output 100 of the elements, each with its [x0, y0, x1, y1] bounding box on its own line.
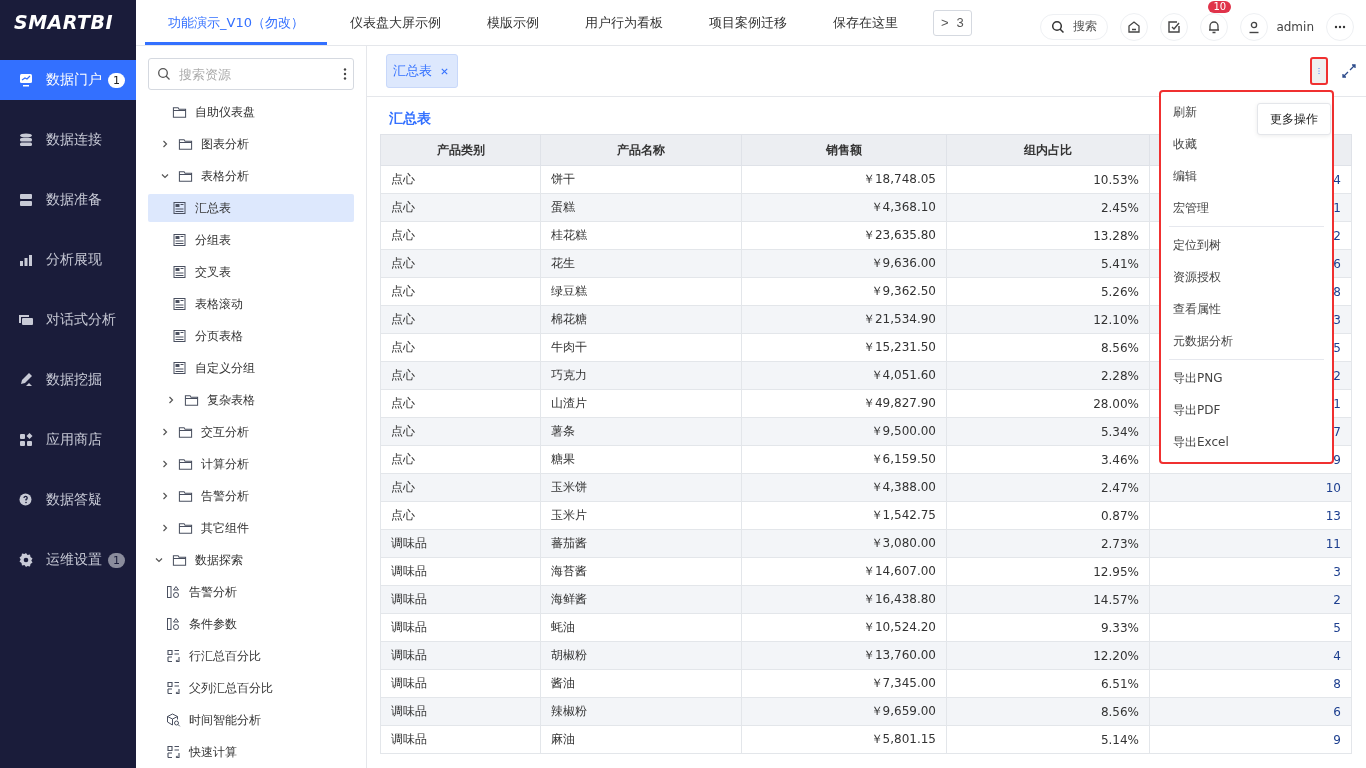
count-badge: 1	[108, 552, 125, 568]
table-cell: 8.56%	[946, 697, 1150, 726]
search-bar[interactable]: 搜索资源	[148, 58, 354, 90]
table-cell: ￥6,159.50	[741, 445, 947, 474]
more-vertical-icon[interactable]	[343, 67, 347, 81]
fullscreen-icon[interactable]	[1342, 64, 1356, 78]
table-cell: 调味品	[380, 641, 541, 670]
table-cell: ￥13,760.00	[741, 641, 947, 670]
notification-button[interactable]	[1200, 12, 1229, 41]
tree-item[interactable]: 自定义分组	[148, 354, 354, 382]
table-cell: 点心	[380, 417, 541, 446]
user-name[interactable]: admin	[1276, 19, 1314, 34]
menu-item[interactable]: 宏管理	[1169, 192, 1213, 224]
home-icon	[1127, 19, 1142, 34]
table-cell: 调味品	[380, 697, 541, 726]
close-icon[interactable]	[440, 66, 449, 76]
table-cell: 3.46%	[946, 445, 1150, 474]
sidebar-item[interactable]: 数据挖掘	[0, 360, 136, 400]
sidebar-item[interactable]: 数据准备	[0, 180, 136, 220]
tab[interactable]: 仪表盘大屏示例	[326, 0, 464, 45]
table-cell: 蚝油	[540, 613, 742, 642]
tree-item[interactable]: 自助仪表盘	[148, 98, 354, 126]
column-header: 销售额	[741, 134, 947, 166]
tree-item[interactable]: 行汇总百分比	[148, 642, 354, 670]
table-cell: 12.95%	[946, 557, 1150, 586]
report-title: 汇总表	[389, 110, 431, 128]
tree-item[interactable]: 图表分析	[148, 130, 354, 158]
table-cell: 点心	[380, 389, 541, 418]
tree-item[interactable]: 复杂表格	[148, 386, 354, 414]
sidebar-item[interactable]: 数据连接	[0, 120, 136, 160]
user-avatar[interactable]	[1240, 12, 1269, 41]
tree-item[interactable]: 表格滚动	[148, 290, 354, 318]
tab[interactable]: 用户行为看板	[561, 0, 686, 45]
task-button[interactable]	[1160, 12, 1189, 41]
more-tabs-button[interactable]: > 3	[932, 9, 972, 36]
tree-item[interactable]: 汇总表	[148, 194, 354, 222]
sidebar-item[interactable]: 数据答疑	[0, 480, 136, 520]
table-cell: 14.57%	[946, 585, 1150, 614]
search-button[interactable]: 搜索	[1040, 13, 1109, 40]
table-cell: ￥5,801.15	[741, 725, 947, 754]
table-cell: 绿豆糕	[540, 277, 742, 306]
table-cell: 桂花糕	[540, 221, 742, 250]
folder-icon	[178, 137, 193, 151]
tree-item[interactable]: 分组表	[148, 226, 354, 254]
calculation-icon	[166, 681, 181, 695]
menu-item[interactable]: 收藏	[1169, 128, 1201, 160]
bar-chart-icon	[18, 252, 34, 268]
tree-item[interactable]: 条件参数	[148, 610, 354, 638]
tree-item[interactable]: 快速计算	[148, 738, 354, 766]
table-cell: 玉米饼	[540, 473, 742, 502]
calculation-icon	[166, 745, 181, 759]
table-cell: 5.26%	[946, 277, 1150, 306]
table-cell: 10.53%	[946, 165, 1150, 194]
table-cell: 8.56%	[946, 333, 1150, 362]
tree-item[interactable]: 其它组件	[148, 514, 354, 542]
table-cell: 点心	[380, 473, 541, 502]
tree-item[interactable]: 时间智能分析	[148, 706, 354, 734]
sidebar-item[interactable]: 数据门户 1	[0, 60, 136, 100]
table-cell: ￥14,607.00	[741, 557, 947, 586]
search-icon	[157, 67, 171, 81]
tab[interactable]: 项目案例迁移	[685, 0, 810, 45]
table-cell: ￥3,080.00	[741, 529, 947, 558]
table-cell: 棉花糖	[540, 305, 742, 334]
table-cell: 麻油	[540, 725, 742, 754]
table-cell: ￥4,388.00	[741, 473, 947, 502]
more-actions-button[interactable]	[1310, 57, 1328, 85]
tree-item[interactable]: 交互分析	[148, 418, 354, 446]
table-cell: 调味品	[380, 585, 541, 614]
table-cell: 6.51%	[946, 669, 1150, 698]
table-cell: ￥49,827.90	[741, 389, 947, 418]
table-cell: 调味品	[380, 557, 541, 586]
tree-item[interactable]: 父列汇总百分比	[148, 674, 354, 702]
tree-item[interactable]: 交叉表	[148, 258, 354, 286]
tree-item[interactable]: 告警分析	[148, 482, 354, 510]
sidebar-item[interactable]: 对话式分析	[0, 300, 136, 340]
menu-item[interactable]: 刷新	[1169, 96, 1201, 128]
tree-item[interactable]: 数据探索	[148, 546, 354, 574]
document-tab[interactable]: 汇总表	[386, 54, 458, 88]
home-button[interactable]	[1120, 12, 1149, 41]
folder-icon	[172, 553, 187, 567]
sidebar-item[interactable]: 分析展现	[0, 240, 136, 280]
database-icon	[18, 132, 34, 148]
sidebar-item[interactable]: 运维设置 1	[0, 540, 136, 580]
table-report-icon	[172, 329, 187, 343]
alert-report-icon	[166, 585, 181, 599]
tree-item[interactable]: 表格分析	[148, 162, 354, 190]
tooltip: 更多操作	[1257, 103, 1331, 135]
tree-item[interactable]: 告警分析	[148, 578, 354, 606]
search-field[interactable]: 搜索资源	[177, 65, 337, 83]
tree-item[interactable]: 分页表格	[148, 322, 354, 350]
table-cell: ￥7,345.00	[741, 669, 947, 698]
table-cell: ￥9,362.50	[741, 277, 947, 306]
tab[interactable]: 模版示例	[463, 0, 562, 45]
tab[interactable]: 保存在这里	[809, 0, 921, 45]
table-cell: 9	[1149, 725, 1352, 754]
folder-icon	[178, 521, 193, 535]
sidebar-item[interactable]: 应用商店	[0, 420, 136, 460]
calculation-icon	[166, 649, 181, 663]
folder-icon	[178, 425, 193, 439]
tree-item[interactable]: 计算分析	[148, 450, 354, 478]
